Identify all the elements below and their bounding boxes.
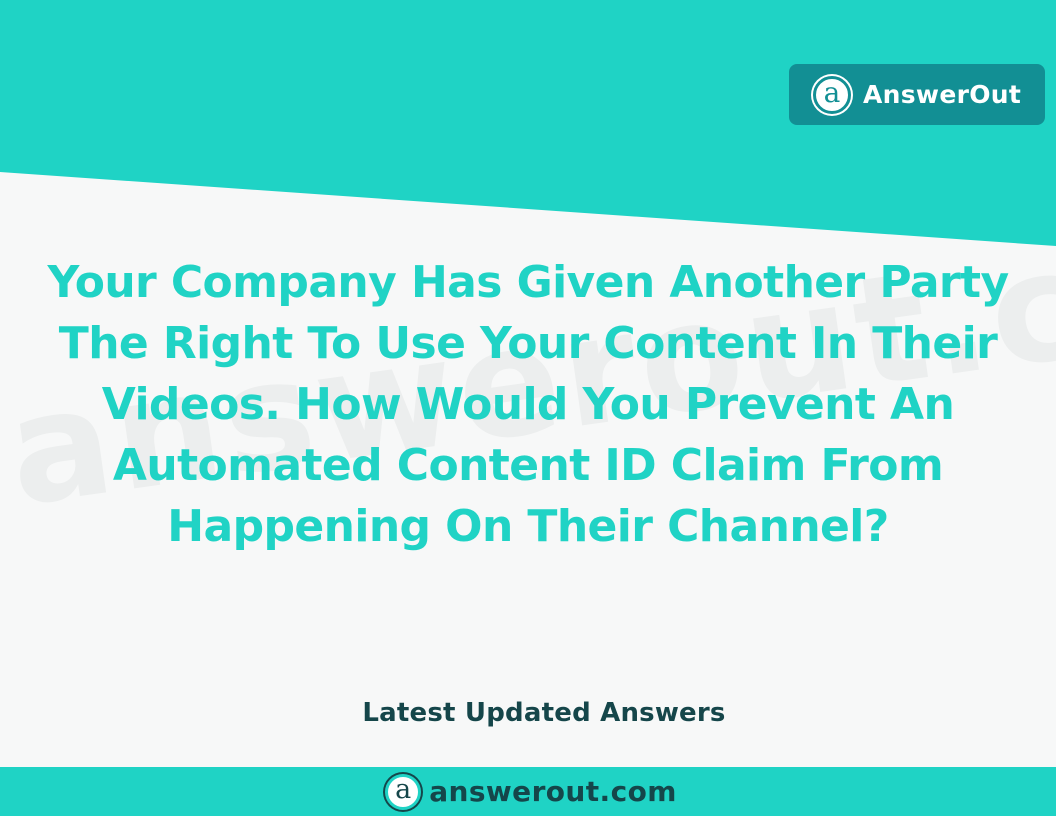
brand-badge[interactable]: a AnswerOut	[789, 64, 1045, 125]
answerout-logo-icon: a	[385, 773, 422, 810]
footer-url: answerout.com	[429, 775, 677, 808]
brand-name: AnswerOut	[863, 80, 1022, 109]
footer-logo-glyph: a	[395, 774, 412, 805]
header-teal-band	[0, 0, 1056, 246]
latest-updated-answers-label: Latest Updated Answers	[362, 698, 726, 728]
footer-bar: a answerout.com	[0, 767, 1056, 816]
logo-glyph: a	[823, 75, 841, 109]
footer-site-link[interactable]: a answerout.com	[385, 773, 677, 810]
answerout-logo-icon: a	[813, 75, 851, 114]
question-title: Your Company Has Given Another Party The…	[47, 257, 1009, 552]
